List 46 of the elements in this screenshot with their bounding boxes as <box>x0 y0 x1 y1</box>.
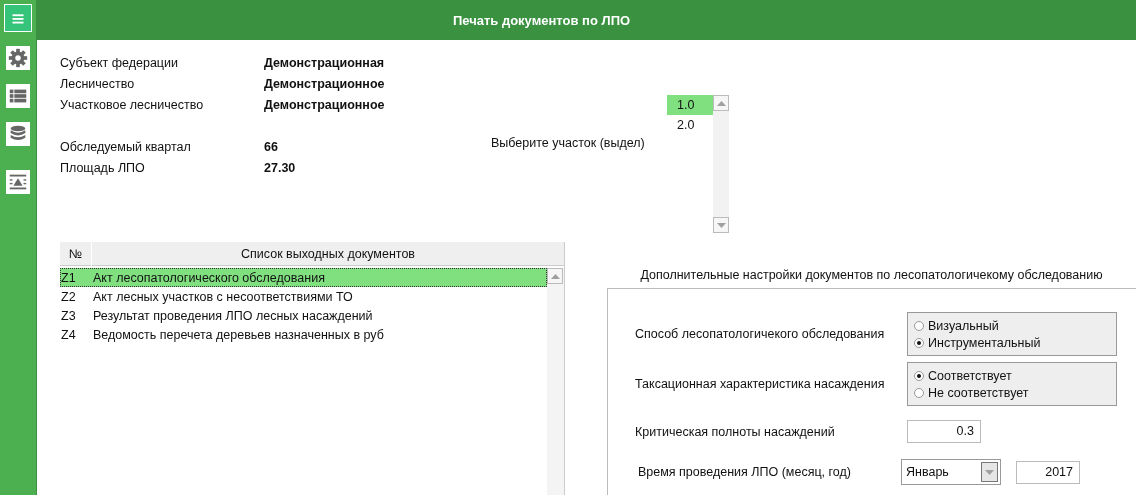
column-header: Список выходных документов <box>92 242 564 266</box>
field-label: Лесничество <box>60 76 136 91</box>
document-row[interactable]: Z1 Акт лесопатологического обследования <box>60 268 547 287</box>
list-item[interactable]: 2.0 <box>667 115 713 135</box>
radio-button[interactable] <box>914 320 924 331</box>
document-row[interactable]: Z3 Результат проведения ЛПО лесных насаждений <box>60 306 547 325</box>
settings-icon <box>7 47 29 69</box>
radio-label[interactable]: Соответствует <box>928 368 1012 383</box>
field-value: 27.30 <box>264 160 297 175</box>
radio-label[interactable]: Инструментальный <box>928 335 1041 350</box>
settings-title: Дополнительные настройки документов по лесопатологичекому обследованию <box>640 268 1103 282</box>
field-label: Участковое лесничество <box>60 97 205 112</box>
field-label: Площадь ЛПО <box>60 160 146 175</box>
list-button[interactable] <box>6 84 30 108</box>
field-label: Обследуемый квартал <box>60 139 192 154</box>
field-value: Демонстрационное <box>264 76 386 91</box>
settings-button[interactable] <box>6 46 30 70</box>
setting-label: Критическая полноты насаждений <box>635 424 836 439</box>
field-value: 66 <box>264 139 279 154</box>
month-dropdown[interactable]: Январь <box>901 459 1001 485</box>
column-header: № <box>60 242 91 266</box>
database-button[interactable] <box>6 122 30 146</box>
setting-label: Время проведения ЛПО (месяц, год) <box>638 465 852 479</box>
year-field[interactable]: 2017 <box>1016 460 1080 484</box>
window-title: Печать документов по ЛПО <box>37 0 1136 40</box>
caret-down-icon <box>985 469 994 475</box>
document-row[interactable]: Z2 Акт лесных участков с несоответствиями ТО <box>60 287 547 306</box>
list-item[interactable]: 1.0 <box>667 95 713 115</box>
setting-label: Таксационная характеристика насаждения <box>635 377 886 391</box>
setting-label: Способ лесопатологичекого обследования <box>635 327 886 341</box>
radio-button[interactable] <box>914 370 924 381</box>
field-value: Демонстрационная <box>264 55 386 70</box>
plot-listbox[interactable]: 1.0 2.0 <box>667 95 729 233</box>
scroll-up-icon <box>716 100 726 106</box>
radio-label[interactable]: Визуальный <box>928 318 999 333</box>
plot-label: Выберите участок (выдел) <box>491 136 645 150</box>
scroll-up-icon <box>550 273 560 279</box>
document-row[interactable]: Z4 Ведомость перечета деревьев назначенных в руб <box>60 325 547 344</box>
radio-label[interactable]: Не соответствует <box>928 385 1029 400</box>
field-value: Демонстрационное <box>264 97 386 112</box>
field-label: Субъект федерации <box>60 55 179 70</box>
radio-button[interactable] <box>914 337 924 348</box>
caret-down-icon <box>716 222 726 228</box>
radio-button[interactable] <box>914 387 924 398</box>
report-button[interactable] <box>6 170 30 194</box>
input-field[interactable]: 0.3 <box>907 420 981 443</box>
